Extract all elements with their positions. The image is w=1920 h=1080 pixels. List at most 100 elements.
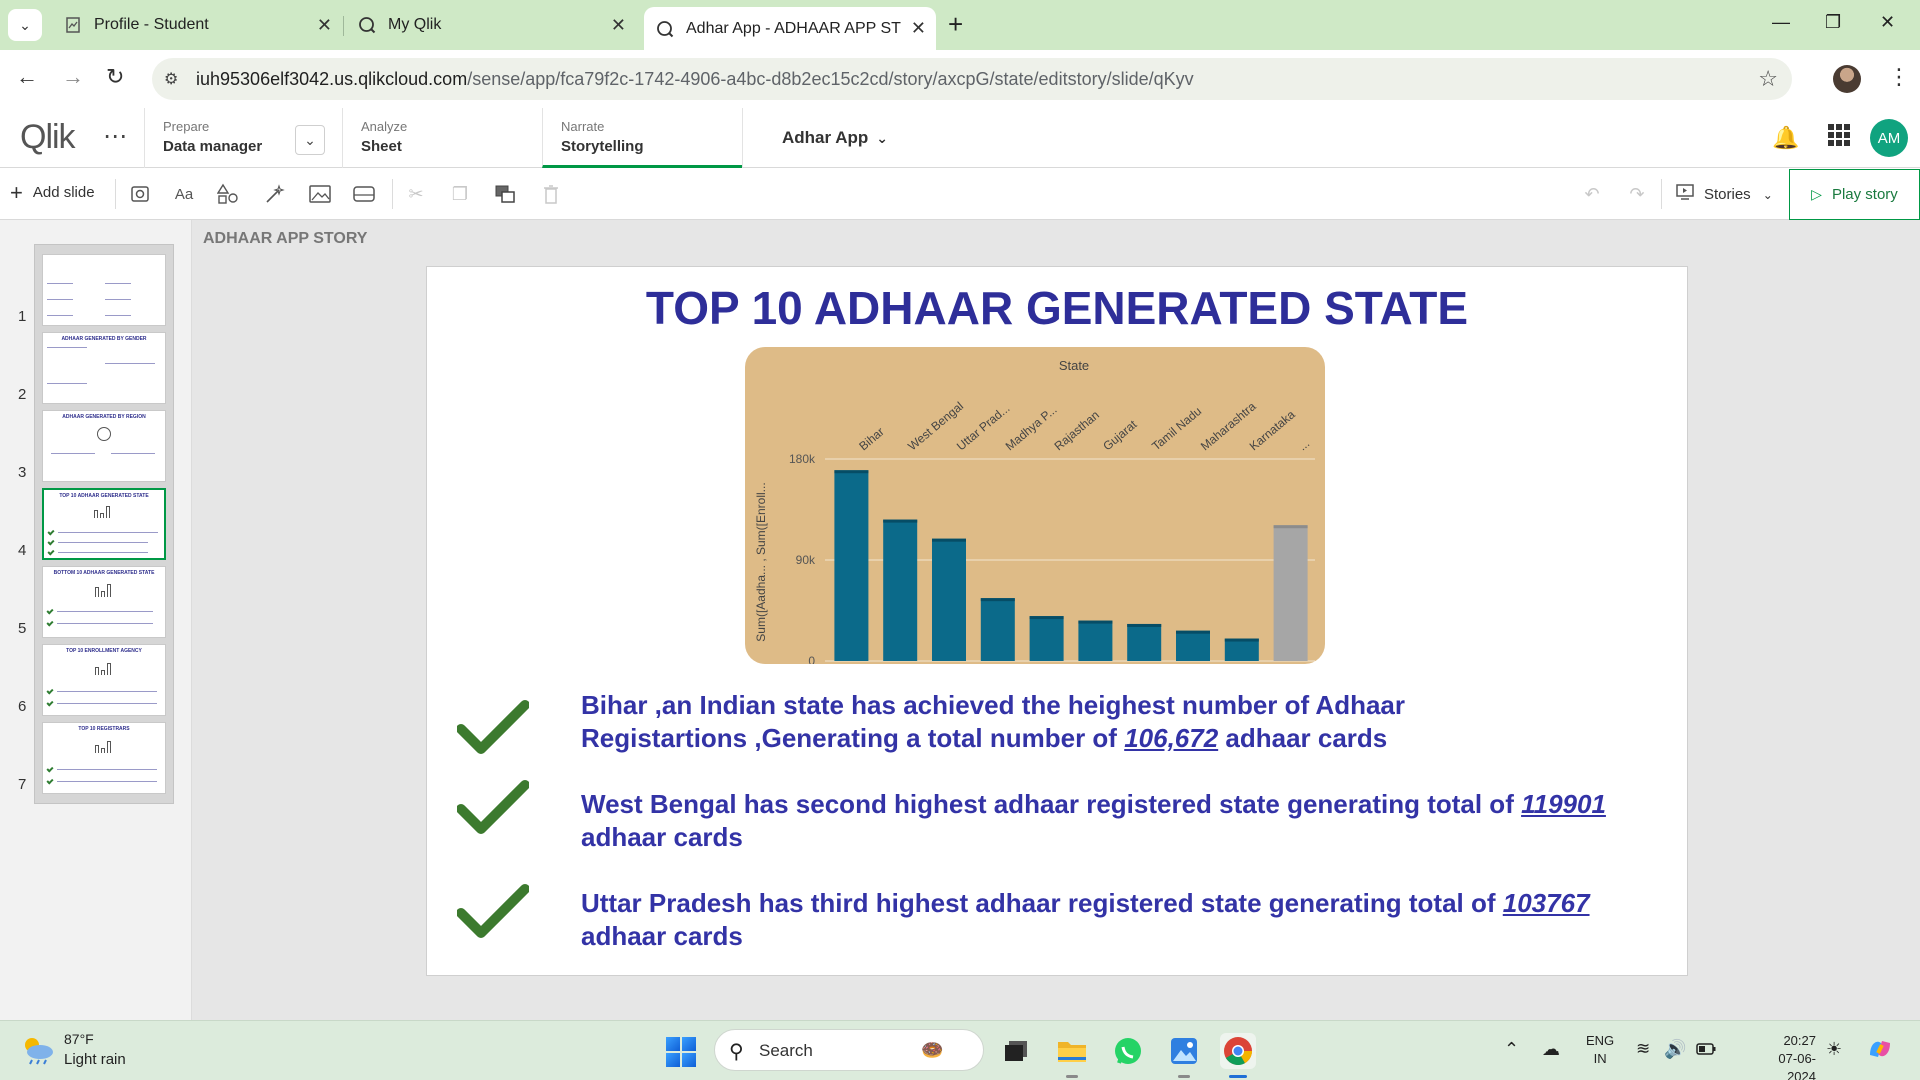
- thumb-bar: [107, 663, 111, 675]
- close-tab-icon[interactable]: ✕: [611, 15, 626, 36]
- stories-dropdown[interactable]: Stories ⌄: [1676, 184, 1773, 205]
- onedrive-cloud-icon[interactable]: ☁: [1542, 1039, 1560, 1060]
- weather-temperature[interactable]: 87°F: [64, 1031, 94, 1047]
- qlik-logo[interactable]: Qlik: [20, 118, 76, 157]
- bullet-value-link[interactable]: 106,672: [1124, 723, 1218, 753]
- paste-icon[interactable]: [493, 182, 517, 206]
- bar-chart-svg: State Sum([Aadha... , Sum([Enroll... 0 90k 1…: [754, 358, 1315, 664]
- text-tool-icon[interactable]: Aa: [172, 182, 196, 206]
- bullet-value-link[interactable]: 103767: [1503, 888, 1590, 918]
- close-tab-icon[interactable]: ✕: [911, 18, 926, 39]
- snapshot-library-icon[interactable]: [128, 182, 152, 206]
- close-tab-icon[interactable]: ✕: [317, 15, 332, 36]
- task-view-icon[interactable]: [998, 1033, 1034, 1069]
- media-image-icon[interactable]: [308, 182, 332, 206]
- notifications-bell-icon[interactable]: 🔔: [1772, 125, 1799, 151]
- show-hidden-icons-chevron-icon[interactable]: ⌃: [1504, 1039, 1519, 1060]
- minimize-button[interactable]: —: [1772, 12, 1790, 33]
- bullet-text-3[interactable]: Uttar Pradesh has third highest adhaar r…: [581, 887, 1611, 953]
- slide-thumbnail-7[interactable]: TOP 10 REGISTRARS: [42, 722, 166, 794]
- more-menu-icon[interactable]: ⋯: [103, 122, 127, 151]
- site-info-icon[interactable]: ⚙: [164, 69, 178, 89]
- forward-button[interactable]: →: [62, 64, 84, 90]
- thumb-line: [58, 542, 148, 543]
- back-button[interactable]: ←: [16, 64, 38, 90]
- photos-app-icon[interactable]: [1166, 1033, 1202, 1078]
- user-avatar[interactable]: AM: [1870, 119, 1908, 157]
- sheet-object-icon[interactable]: [352, 182, 376, 206]
- clock-time: 20:27: [1783, 1033, 1816, 1048]
- check-icon: [46, 777, 54, 785]
- language-indicator[interactable]: ENG IN: [1586, 1032, 1614, 1068]
- slide-number: 1: [18, 308, 27, 325]
- effects-wand-icon[interactable]: [263, 182, 287, 206]
- bar-chart[interactable]: State Sum([Aadha... , Sum([Enroll... 0 90k 1…: [745, 347, 1325, 664]
- app-launcher-grid-icon[interactable]: [1828, 124, 1850, 146]
- browser-tab-profile[interactable]: Profile - Student ✕: [52, 7, 342, 43]
- bullet-value-link[interactable]: 119901: [1521, 789, 1606, 819]
- bullet-text-2[interactable]: West Bengal has second highest adhaar re…: [581, 788, 1611, 854]
- thumb-bar: [107, 741, 111, 753]
- nav-narrate[interactable]: Narrate Storytelling: [542, 108, 742, 168]
- browser-profile-avatar[interactable]: [1833, 65, 1861, 93]
- chrome-icon[interactable]: [1220, 1033, 1256, 1078]
- slide-number: 4: [18, 542, 27, 559]
- browser-menu-icon[interactable]: ⋮: [1888, 64, 1910, 90]
- play-story-button[interactable]: ▷ Play story: [1789, 169, 1920, 220]
- thumb-line: [105, 315, 131, 316]
- wifi-icon[interactable]: ≋: [1636, 1039, 1650, 1059]
- bullet-text: Uttar Pradesh has third highest adhaar r…: [581, 888, 1503, 918]
- cut-icon[interactable]: ✂: [404, 182, 428, 206]
- prepare-dropdown-button[interactable]: ⌄: [295, 125, 325, 155]
- copilot-icon[interactable]: [1866, 1035, 1894, 1068]
- new-tab-button[interactable]: +: [948, 9, 963, 40]
- browser-tab-my-qlik[interactable]: My Qlik ✕: [346, 7, 636, 43]
- undo-icon[interactable]: ↶: [1580, 182, 1604, 206]
- chevron-down-icon: ⌄: [19, 16, 31, 33]
- slide-thumbnail-4[interactable]: TOP 10 ADHAAR GENERATED STATE: [42, 488, 166, 560]
- taskbar-search-input[interactable]: ⚲ Search 🍩: [714, 1029, 984, 1071]
- restore-button[interactable]: ❐: [1825, 12, 1841, 33]
- nav-prepare[interactable]: Prepare Data manager ⌄: [144, 108, 330, 168]
- thumb-title: TOP 10 ADHAAR GENERATED STATE: [59, 493, 149, 499]
- thumb-title: ADHAAR GENERATED BY GENDER: [61, 336, 147, 342]
- battery-icon[interactable]: [1696, 1039, 1716, 1060]
- thumb-bar: [94, 510, 98, 518]
- copy-icon[interactable]: ❐: [448, 182, 472, 206]
- slide-thumbnail-sidebar: 1 2 ADHAAR GENERATED BY GENDER 3 ADHAAR …: [0, 220, 192, 1020]
- running-indicator: [1229, 1075, 1247, 1078]
- close-window-button[interactable]: ✕: [1880, 12, 1895, 33]
- slide-thumbnail-3[interactable]: ADHAAR GENERATED BY REGION: [42, 410, 166, 482]
- slide-title[interactable]: TOP 10 ADHAAR GENERATED STATE: [427, 281, 1687, 335]
- redo-icon[interactable]: ↷: [1625, 182, 1649, 206]
- browser-tab-adhar-app[interactable]: Adhar App - ADHAAR APP STO ✕: [644, 7, 936, 50]
- tab-search-menu-button[interactable]: ⌄: [8, 9, 42, 41]
- check-icon: [47, 528, 55, 536]
- shapes-tool-icon[interactable]: [216, 182, 240, 206]
- pie-chart-icon: [97, 427, 111, 441]
- nav-analyze[interactable]: Analyze Sheet: [342, 108, 542, 168]
- volume-icon[interactable]: 🔊: [1664, 1039, 1686, 1060]
- slide-thumbnail-2[interactable]: ADHAAR GENERATED BY GENDER: [42, 332, 166, 404]
- slide[interactable]: TOP 10 ADHAAR GENERATED STATE State Sum([…: [426, 266, 1688, 976]
- reload-button[interactable]: ↻: [106, 64, 124, 90]
- focus-assist-icon[interactable]: ☀: [1826, 1039, 1842, 1060]
- slide-thumbnail-1[interactable]: [42, 254, 166, 326]
- windows-start-icon[interactable]: [666, 1037, 696, 1067]
- whatsapp-icon[interactable]: [1110, 1033, 1146, 1069]
- bookmark-star-icon[interactable]: ☆: [1758, 66, 1778, 92]
- thumb-title: ADHAAR GENERATED BY REGION: [62, 414, 146, 420]
- slide-thumbnail-5[interactable]: BOTTOM 10 ADHAAR GENERATED STATE: [42, 566, 166, 638]
- bullet-text-1[interactable]: Bihar ,an Indian state has achieved the …: [581, 689, 1531, 755]
- slide-thumbnail-6[interactable]: TOP 10 ENROLLMENT AGENCY: [42, 644, 166, 716]
- chevron-down-icon: ⌄: [876, 130, 888, 146]
- plus-icon: +: [10, 180, 23, 205]
- weather-rain-icon[interactable]: [20, 1035, 56, 1065]
- add-slide-button[interactable]: + Add slide: [10, 180, 95, 205]
- url-field[interactable]: ⚙ iuh95306elf3042.us.qlikcloud.com/sense…: [152, 58, 1792, 100]
- weather-description[interactable]: Light rain: [64, 1051, 126, 1068]
- system-clock[interactable]: 20:27 07-06-2024: [1760, 1032, 1816, 1080]
- app-name-dropdown[interactable]: Adhar App ⌄: [782, 128, 888, 148]
- delete-trash-icon[interactable]: [539, 182, 563, 206]
- file-explorer-icon[interactable]: [1054, 1033, 1090, 1078]
